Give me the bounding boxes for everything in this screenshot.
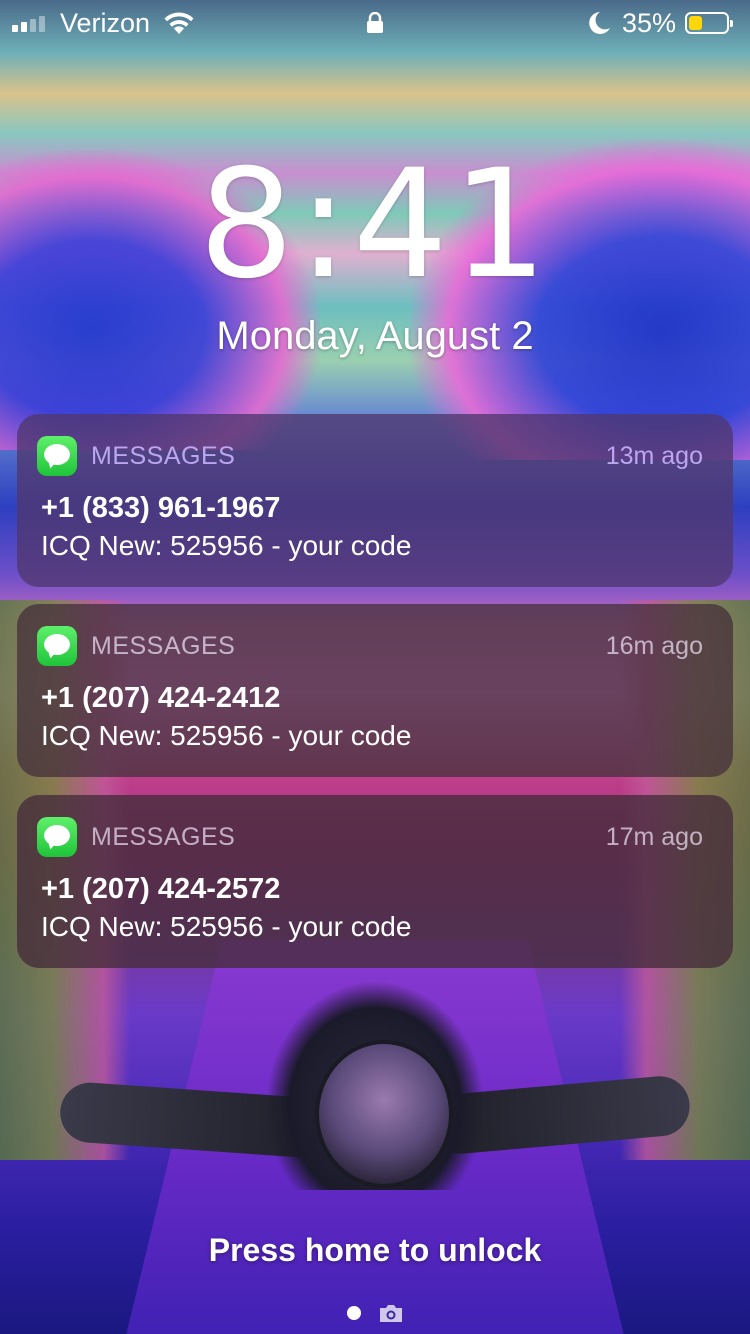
wallpaper-figure-helmet [315,1040,453,1188]
battery-fill [689,16,702,30]
lock-icon [367,12,383,33]
messages-app-icon [37,436,77,476]
battery-icon [685,12,733,34]
notification-sender: +1 (207) 424-2572 [41,873,281,905]
carrier-name: Verizon [60,8,151,38]
notification-body: ICQ New: 525956 - your code [41,530,412,561]
page-dot[interactable] [347,1306,361,1320]
status-bar: Verizon 35% [0,0,750,50]
unlock-hint: Press home to unlock [208,1232,542,1268]
moon-icon [589,12,610,34]
messages-app-icon [37,817,77,857]
notification-time: 17m ago [605,823,703,851]
wifi-icon [164,12,194,34]
notification-time: 13m ago [605,442,703,470]
notification-sender: +1 (207) 424-2412 [41,682,281,714]
notification-card[interactable]: MESSAGES 13m ago +1 (833) 961-1967 ICQ N… [17,414,733,587]
battery-percent: 35% [622,8,677,38]
messages-app-icon [37,626,77,666]
notification-card[interactable]: MESSAGES 16m ago +1 (207) 424-2412 ICQ N… [17,604,733,777]
notification-sender: +1 (833) 961-1967 [41,492,281,524]
notification-header: MESSAGES 16m ago [37,626,703,666]
notification-app-name: MESSAGES [91,823,236,851]
notification-body: ICQ New: 525956 - your code [41,911,412,942]
notification-header: MESSAGES 13m ago [37,436,703,476]
notification-time: 16m ago [605,632,703,660]
lock-screen-time: 8:41 [198,138,552,312]
notification-app-name: MESSAGES [91,632,236,660]
lock-screen-date: Monday, August 2 [216,314,534,358]
notification-card[interactable]: MESSAGES 17m ago +1 (207) 424-2572 ICQ N… [17,795,733,968]
camera-icon[interactable] [378,1302,404,1324]
notification-app-name: MESSAGES [91,442,236,470]
notification-body: ICQ New: 525956 - your code [41,720,412,751]
notification-header: MESSAGES 17m ago [37,817,703,857]
signal-icon [12,16,45,32]
